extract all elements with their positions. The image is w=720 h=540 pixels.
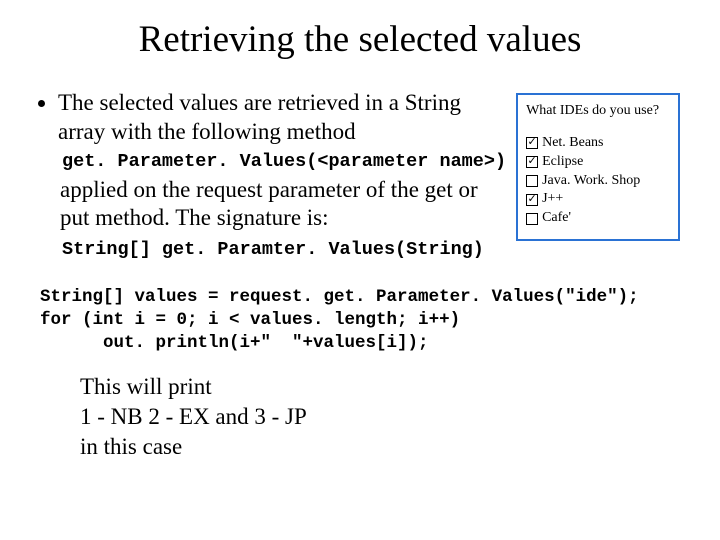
option-label: Eclipse [542, 154, 583, 171]
paragraph: applied on the request parameter of the … [60, 176, 506, 234]
ide-panel: What IDEs do you use? Net. Beans Eclipse… [516, 93, 680, 241]
content-row: The selected values are retrieved in a S… [40, 89, 680, 264]
checkbox-option[interactable]: J++ [526, 191, 672, 208]
code-signature-1: get. Parameter. Values(<parameter name>) [62, 151, 506, 172]
closing-line: 1 - NB 2 - EX and 3 - JP [80, 402, 680, 432]
option-label: Java. Work. Shop [542, 173, 640, 190]
checkbox-option[interactable]: Cafe' [526, 210, 672, 227]
code-block: String[] values = request. get. Paramete… [40, 286, 680, 354]
closing-line: This will print [80, 372, 680, 402]
code-signature-2: String[] get. Paramter. Values(String) [62, 239, 506, 260]
checkbox-icon [526, 194, 538, 206]
checkbox-icon [526, 156, 538, 168]
checkbox-icon [526, 175, 538, 187]
checkbox-icon [526, 137, 538, 149]
bullet-item: The selected values are retrieved in a S… [58, 89, 506, 147]
closing-line: in this case [80, 432, 680, 462]
option-label: Cafe' [542, 210, 571, 227]
panel-question: What IDEs do you use? [526, 103, 672, 119]
option-label: Net. Beans [542, 135, 603, 152]
slide: Retrieving the selected values The selec… [0, 0, 720, 482]
checkbox-option[interactable]: Eclipse [526, 154, 672, 171]
checkbox-option[interactable]: Java. Work. Shop [526, 173, 672, 190]
bullet-list: The selected values are retrieved in a S… [40, 89, 506, 147]
page-title: Retrieving the selected values [40, 18, 680, 61]
closing-text: This will print 1 - NB 2 - EX and 3 - JP… [80, 372, 680, 462]
text-column: The selected values are retrieved in a S… [40, 89, 506, 264]
option-label: J++ [542, 191, 563, 208]
checkbox-option[interactable]: Net. Beans [526, 135, 672, 152]
checkbox-icon [526, 213, 538, 225]
